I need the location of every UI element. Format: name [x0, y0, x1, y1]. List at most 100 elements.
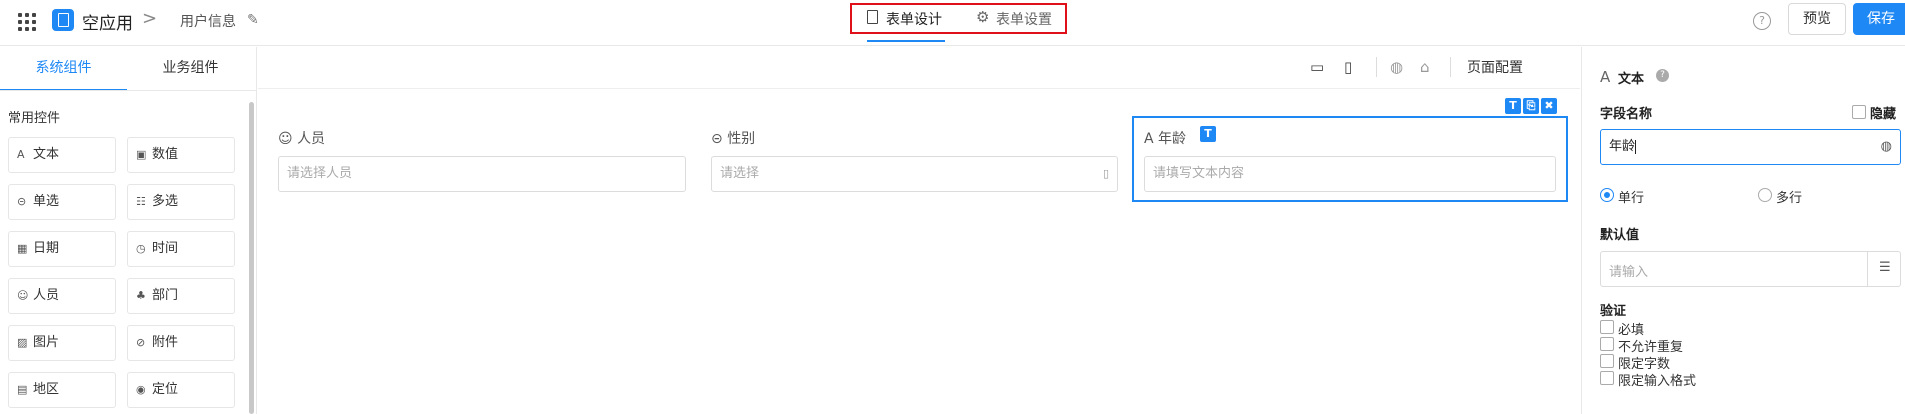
component-label: 多选 [152, 194, 179, 209]
edit-pencil-icon[interactable]: ✎ [247, 12, 259, 28]
calendar-icon: ▦ [17, 242, 28, 255]
text-cursor [1635, 139, 1637, 154]
component-text[interactable]: A 文本 [8, 137, 116, 173]
tab-business-components[interactable]: 业务组件 [127, 47, 254, 91]
page-config-button[interactable]: 页面配置 [1467, 57, 1523, 77]
top-bar: 空应用 > 用户信息 ✎ 表单设计 ⚙ 表单设置 ? 预览 保存 [0, 0, 1905, 46]
multi-line-radio[interactable] [1758, 188, 1772, 202]
globe-icon[interactable]: ◍ [1390, 58, 1403, 76]
save-button[interactable]: 保存 [1853, 3, 1905, 35]
component-label: 图片 [33, 335, 60, 350]
text-icon: A [1600, 68, 1611, 86]
multi-line-label: 多行 [1776, 191, 1803, 206]
required-checkbox[interactable] [1600, 320, 1614, 334]
help-icon[interactable]: ? [1656, 69, 1669, 82]
app-grid-icon[interactable] [18, 13, 36, 31]
clock-icon: ◷ [136, 242, 146, 255]
age-text-input[interactable]: 请填写文本内容 [1144, 156, 1556, 192]
mobile-icon[interactable]: ▯ [1344, 58, 1352, 76]
section-title: 常用控件 [8, 111, 61, 126]
field-label-age: A 年龄 [1144, 128, 1186, 148]
tab-system-components[interactable]: 系统组件 [0, 47, 127, 91]
preview-button[interactable]: 预览 [1788, 3, 1846, 35]
tab-form-design[interactable]: 表单设计 [886, 9, 942, 29]
toolbar-divider-line [258, 88, 1580, 89]
default-value-placeholder: 请输入 [1609, 265, 1649, 280]
org-chart-icon: ♣ [136, 289, 146, 302]
component-number[interactable]: ▣ 数值 [127, 137, 235, 173]
toolbar-divider [1450, 57, 1451, 77]
component-attachment[interactable]: ⊘ 附件 [127, 325, 235, 361]
component-label: 单选 [33, 194, 60, 209]
app-name[interactable]: 空应用 [82, 9, 133, 34]
dropdown-icon: ▯ [1102, 167, 1109, 180]
field-name-label: 字段名称 [1600, 107, 1653, 122]
single-line-label: 单行 [1618, 191, 1645, 206]
gender-placeholder: 请选择 [720, 166, 760, 181]
component-label: 数值 [152, 147, 179, 162]
component-time[interactable]: ◷ 时间 [127, 231, 235, 267]
limit-format-checkbox[interactable] [1600, 371, 1614, 385]
component-checkbox[interactable]: ☷ 多选 [127, 184, 235, 220]
text-type-icon[interactable]: T [1505, 98, 1521, 114]
person-select-input[interactable]: 请选择人员 [278, 156, 686, 192]
input-divider [1867, 252, 1868, 286]
properties-panel: A 文本 ? 字段名称 隐藏 年龄 ◍ 单行 多行 默认值 请输入 ☰ 验证 必填… [1581, 47, 1905, 414]
gender-select-input[interactable]: 请选择 ▯ [711, 156, 1118, 192]
component-label: 日期 [33, 241, 60, 256]
map-icon: ▤ [17, 383, 28, 396]
globe-icon[interactable]: ◍ [1881, 130, 1892, 164]
breadcrumb-separator: > [142, 8, 158, 29]
tab-divider [0, 90, 257, 91]
component-label: 附件 [152, 335, 179, 350]
clear-icon[interactable]: ⌂ [1420, 58, 1430, 76]
default-value-label: 默认值 [1600, 228, 1640, 243]
component-region[interactable]: ▤ 地区 [8, 372, 116, 408]
hidden-checkbox[interactable] [1852, 105, 1866, 119]
component-label: 部门 [152, 288, 179, 303]
field-label-gender: ⊝ 性别 [711, 128, 755, 148]
radio-icon: ⊝ [17, 195, 27, 208]
hidden-label: 隐藏 [1870, 107, 1897, 122]
limit-length-checkbox[interactable] [1600, 354, 1614, 368]
document-icon [867, 10, 878, 24]
field-label-person: ☺ 人员 [278, 128, 325, 148]
component-radio[interactable]: ⊝ 单选 [8, 184, 116, 220]
toolbar-divider [1376, 57, 1377, 77]
component-label: 时间 [152, 241, 179, 256]
default-value-input[interactable]: 请输入 ☰ [1600, 251, 1901, 287]
component-image[interactable]: ▨ 图片 [8, 325, 116, 361]
list-icon[interactable]: ☰ [1879, 260, 1891, 275]
scrollbar[interactable] [249, 102, 254, 414]
component-date[interactable]: ▦ 日期 [8, 231, 116, 267]
field-label-text: 人员 [297, 131, 326, 147]
tab-form-settings[interactable]: 表单设置 [996, 9, 1052, 29]
copy-icon[interactable]: ⎘ [1523, 98, 1539, 114]
person-icon: ☺ [278, 131, 293, 147]
help-icon[interactable]: ? [1753, 12, 1771, 30]
person-icon: ☺ [17, 289, 29, 302]
checklist-icon: ☷ [136, 195, 146, 208]
component-department[interactable]: ♣ 部门 [127, 278, 235, 314]
link-icon: ⊘ [136, 336, 146, 349]
active-tab-indicator [867, 40, 945, 42]
no-duplicate-checkbox[interactable] [1600, 337, 1614, 351]
number-icon: ▣ [136, 148, 147, 161]
component-label: 定位 [152, 382, 179, 397]
page-title: 用户信息 [180, 14, 236, 30]
desktop-icon[interactable]: ▭ [1310, 58, 1324, 76]
text-icon: A [1144, 131, 1154, 147]
delete-icon[interactable]: ✖ [1541, 98, 1557, 114]
validation-label: 验证 [1600, 304, 1627, 319]
panel-title: 文本 [1618, 72, 1645, 87]
text-badge-icon: T [1200, 126, 1216, 142]
component-location[interactable]: ◉ 定位 [127, 372, 235, 408]
text-icon: A [17, 148, 25, 161]
form-canvas: ▭ ▯ ◍ ⌂ 页面配置 ☺ 人员 请选择人员 ⊝ 性别 请选择 ▯ T ⎘ ✖ … [258, 47, 1580, 414]
validation-limit-format: 限定输入格式 [1618, 374, 1697, 389]
single-line-radio[interactable] [1600, 188, 1614, 202]
field-name-input[interactable]: 年龄 ◍ [1600, 129, 1901, 165]
component-person[interactable]: ☺ 人员 [8, 278, 116, 314]
component-label: 地区 [33, 382, 60, 397]
component-label: 人员 [33, 288, 60, 303]
